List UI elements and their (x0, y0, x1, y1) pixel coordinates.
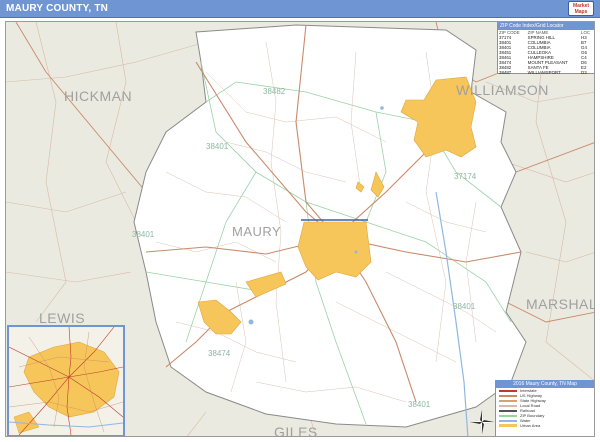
neighbor-label-marshall: MARSHALL (526, 296, 594, 312)
legend-label: Urban Area (520, 423, 541, 428)
loc-cell: D3 (581, 70, 587, 75)
neighbor-label-lewis: LEWIS (39, 310, 86, 326)
neighbor-label-hickman: HICKMAN (64, 88, 133, 104)
zip-label: 38474 (208, 349, 231, 358)
neighbor-label-williamson: WILLIAMSON (456, 82, 549, 98)
zip-label: 38401 (453, 302, 476, 311)
zip-label: 38401 (206, 142, 229, 151)
compass-rose-icon (470, 410, 494, 434)
inset-map-graphic (9, 327, 123, 435)
publisher-logo: Market Maps (568, 1, 594, 16)
legend-item: Urban Area (496, 423, 594, 428)
zip-cell: 38487 (499, 70, 512, 75)
locator-title: ZIP Code Index/Grid Locator (498, 23, 594, 30)
zip-locator-table: ZIP Code Index/Grid Locator ZIP CODE ZIP… (497, 22, 594, 75)
legend-title: 2016 Maury County, TN Map (496, 381, 594, 388)
county-label-maury: MAURY (232, 224, 282, 239)
zip-label: 38482 (263, 87, 286, 96)
table-row: 38487 WILLIAMSPORT D3 (498, 70, 594, 75)
zip-label: 38401 (132, 230, 155, 239)
title-bar: MAURY COUNTY, TN Market Maps (0, 0, 600, 18)
logo-text: Market Maps (572, 3, 590, 15)
locator-grid: ZIP CODE ZIP NAME LOC 37174 SPRING HILL H3… (498, 30, 594, 75)
neighbor-label-giles: GILES (274, 424, 318, 437)
inset-map[interactable] (7, 325, 125, 436)
map-legend: 2016 Maury County, TN Map Interstate US … (495, 380, 594, 436)
map-canvas[interactable]: HICKMAN WILLIAMSON LEWIS MARSHALL GILES … (5, 21, 595, 437)
zip-label: 37174 (454, 172, 477, 181)
map-title: MAURY COUNTY, TN (6, 3, 109, 14)
name-cell: WILLIAMSPORT (527, 70, 561, 75)
zip-label: 38401 (408, 400, 431, 409)
